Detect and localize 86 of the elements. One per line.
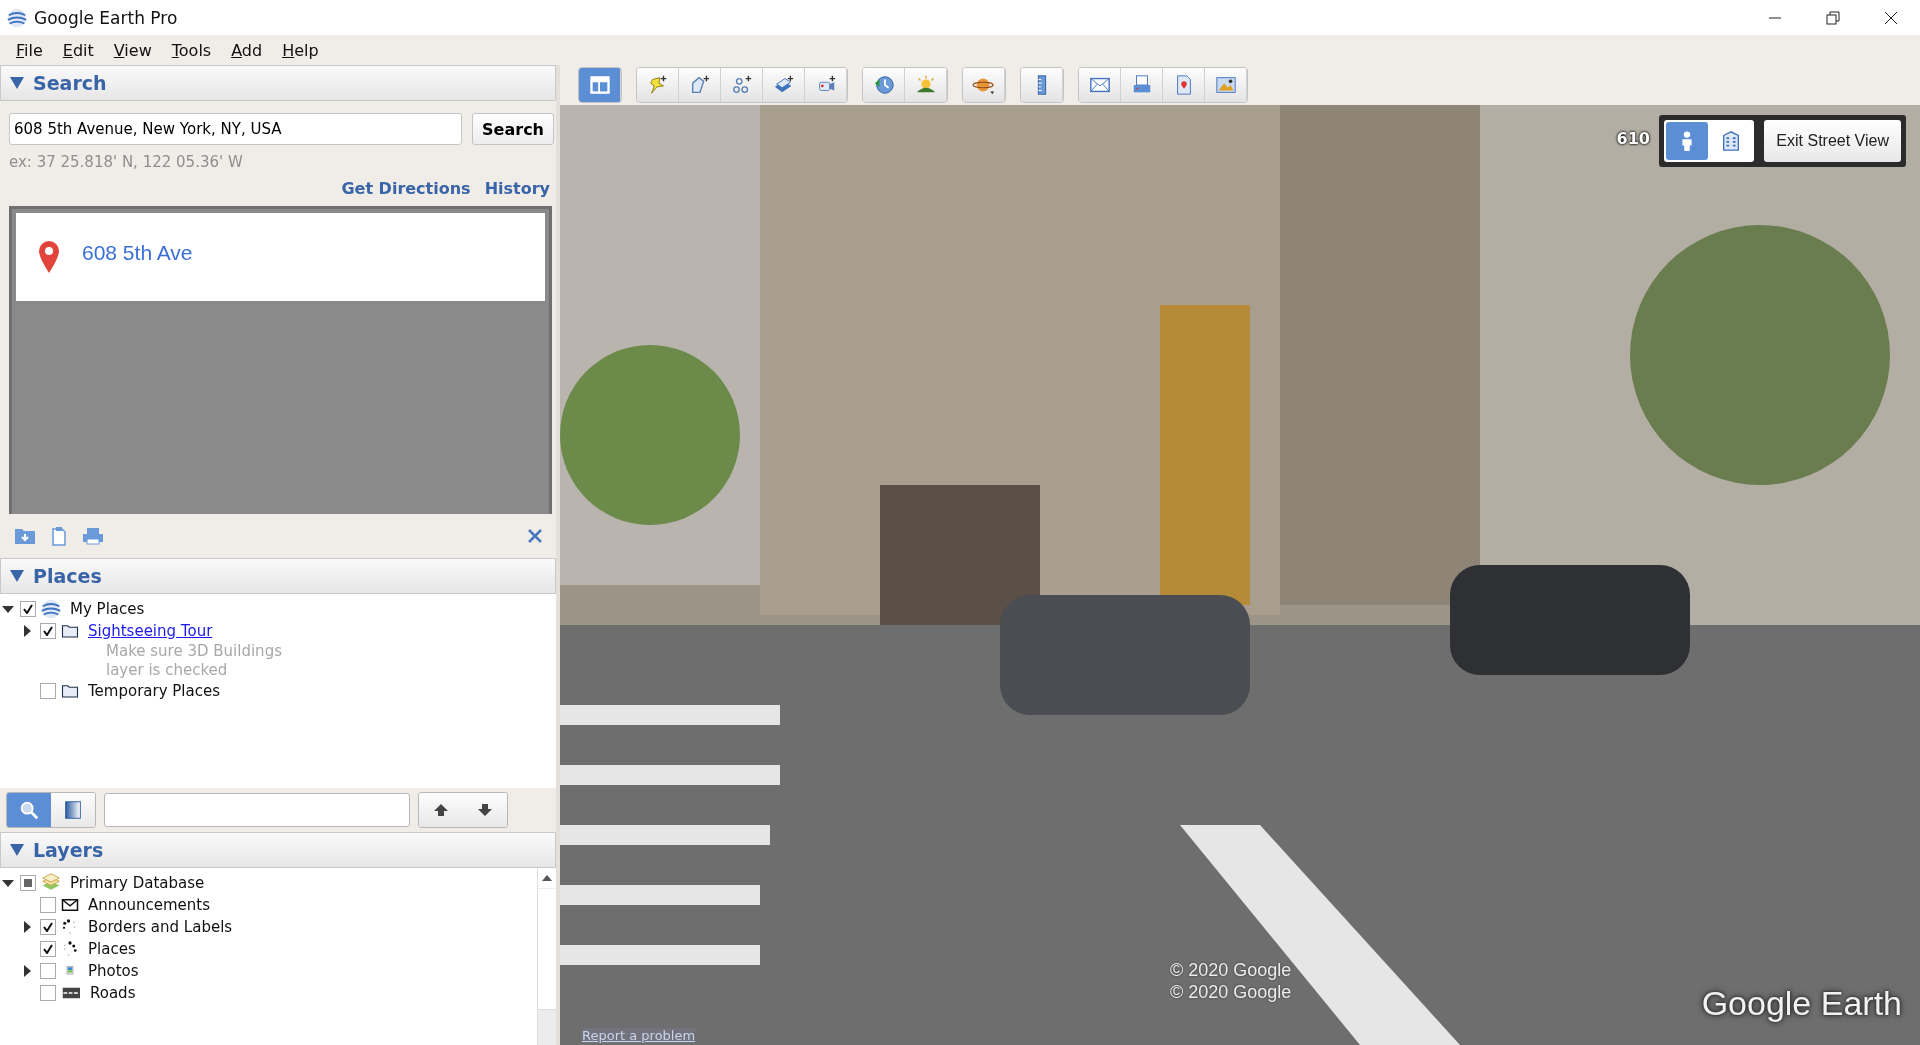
checkbox[interactable] — [40, 985, 56, 1001]
sidebar-icon — [587, 74, 612, 96]
panel-link[interactable]: Get Directions — [341, 179, 471, 198]
item-description: Make sure 3D Buildings layer is checked — [106, 642, 283, 680]
search-result[interactable]: 608 5th Ave — [16, 213, 545, 301]
tree-item-label[interactable]: Roads — [90, 984, 136, 1002]
tree-item-label[interactable]: My Places — [70, 600, 145, 618]
street-view-photo[interactable] — [560, 105, 1920, 1045]
menu-item[interactable]: View — [105, 38, 160, 62]
document-icon[interactable] — [50, 526, 68, 546]
toolbar-button[interactable] — [805, 68, 847, 102]
scroll-up-icon[interactable] — [542, 874, 552, 882]
checkbox[interactable] — [40, 683, 56, 699]
scrollbar-thumb[interactable] — [538, 888, 556, 1010]
toolbar-button[interactable] — [1021, 68, 1063, 102]
checkbox[interactable] — [40, 963, 56, 979]
panel-link[interactable]: History — [484, 179, 550, 198]
menu-item[interactable]: File — [8, 38, 51, 62]
copyright-text: © 2020 Google — [1170, 981, 1292, 1003]
scrollbar[interactable] — [537, 868, 556, 1045]
search-icon — [18, 799, 40, 821]
toolbar-button[interactable] — [963, 68, 1005, 102]
panel-icon — [62, 799, 84, 821]
restore-icon[interactable] — [1826, 10, 1840, 25]
picture-icon — [1213, 74, 1238, 96]
view-toggle-button[interactable] — [7, 793, 51, 827]
tree-item-link[interactable]: Sightseeing Tour — [88, 622, 213, 640]
checkbox[interactable] — [40, 897, 56, 913]
address-number-label: 610 — [1616, 129, 1650, 148]
toolbar-button[interactable] — [1079, 68, 1121, 102]
collapse-arrow-icon[interactable] — [9, 843, 25, 857]
toolbar-button[interactable] — [863, 68, 905, 102]
logo-text: Google Earth — [1701, 984, 1902, 1023]
menu-item[interactable]: Help — [274, 38, 327, 62]
tree-item-label[interactable]: Photos — [88, 962, 139, 980]
toolbar-button[interactable] — [905, 68, 947, 102]
places-panel-header[interactable]: Places — [0, 558, 556, 594]
checkbox[interactable] — [40, 623, 56, 639]
checkbox[interactable] — [40, 919, 56, 935]
checkbox[interactable] — [20, 601, 36, 617]
toolbar-button[interactable] — [1121, 68, 1163, 102]
tree-item-label[interactable]: Borders and Labels — [88, 918, 233, 936]
tree-item-label[interactable]: Primary Database — [70, 874, 205, 892]
collapse-arrow-icon[interactable] — [2, 877, 14, 889]
copyright-text: © 2020 Google — [1170, 959, 1292, 981]
close-icon[interactable] — [1884, 10, 1898, 25]
menu-item[interactable]: Edit — [54, 38, 102, 62]
globe-icon — [6, 6, 28, 29]
globe-icon — [40, 598, 62, 620]
envelope-icon — [60, 896, 80, 914]
view-mode-button[interactable] — [1666, 122, 1709, 160]
arrow-up-icon — [433, 802, 449, 818]
tree-item-label[interactable]: Announcements — [88, 896, 210, 914]
move-up-button[interactable] — [419, 793, 463, 827]
view-toggle-button[interactable] — [51, 793, 95, 827]
toolbar-button[interactable] — [721, 68, 763, 102]
toolbar-button[interactable] — [1205, 68, 1247, 102]
toolbar-button[interactable] — [637, 68, 679, 102]
folder-icon — [60, 682, 80, 700]
collapse-arrow-icon[interactable] — [2, 603, 14, 615]
search-button[interactable]: Search — [472, 113, 554, 145]
folder-icon[interactable] — [14, 527, 36, 545]
toolbar-button[interactable] — [1163, 68, 1205, 102]
folder-icon — [60, 622, 80, 640]
move-down-button[interactable] — [463, 793, 507, 827]
checkbox[interactable] — [40, 941, 56, 957]
tree-item-label[interactable]: Temporary Places — [88, 682, 221, 700]
places-filter-field[interactable] — [104, 793, 410, 827]
window-title: Google Earth Pro — [34, 7, 179, 28]
tree-item-label[interactable]: Places — [88, 940, 136, 958]
layers-panel-header[interactable]: Layers — [0, 832, 556, 868]
toolbar-button[interactable] — [579, 68, 621, 102]
map-pin-icon — [38, 240, 60, 274]
printer-icon[interactable] — [82, 527, 104, 545]
search-field[interactable]: 608 5th Avenue, New York, NY, USA — [9, 113, 463, 145]
menu-item[interactable]: Add — [223, 38, 271, 62]
search-panel-header[interactable]: Search — [0, 65, 556, 101]
exit-street-view-button[interactable]: Exit Street View — [1764, 120, 1901, 162]
menu-item[interactable]: Tools — [163, 38, 220, 62]
collapse-arrow-icon[interactable] — [9, 569, 25, 583]
collapse-arrow-icon[interactable] — [9, 76, 25, 90]
toolbar-button[interactable] — [763, 68, 805, 102]
checkbox[interactable] — [20, 875, 36, 891]
toolbar-button[interactable] — [679, 68, 721, 102]
arrow-down-icon — [477, 802, 493, 818]
coordinate-hint: ex: 37 25.818' N, 122 05.36' W — [8, 152, 244, 171]
